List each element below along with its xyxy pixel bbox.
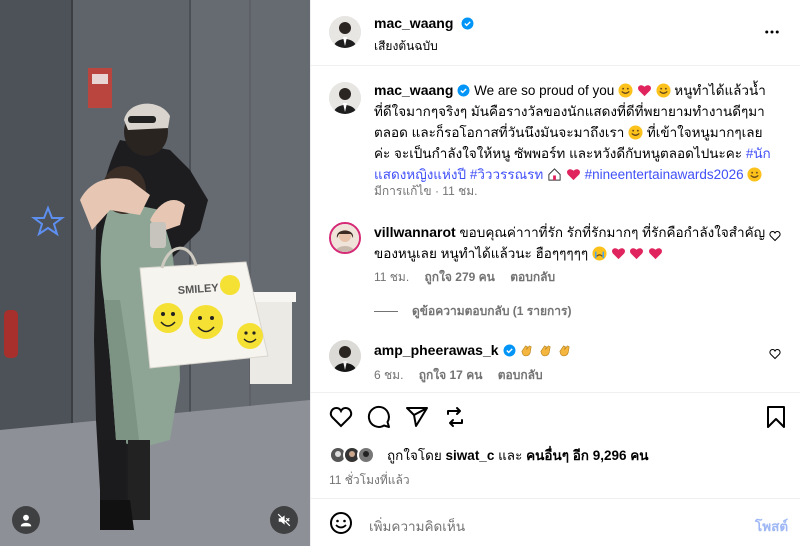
user-tag-icon (20, 514, 32, 527)
heart-icon[interactable] (329, 405, 353, 429)
more-icon[interactable] (763, 23, 781, 41)
view-replies-button[interactable]: ดูข้อความตอบกลับ (1 รายการ) (374, 302, 571, 321)
post-comment-button[interactable]: โพสต์ (755, 515, 788, 537)
emoji-icon[interactable] (329, 511, 353, 535)
caption-avatar[interactable] (329, 82, 361, 114)
liked-by-prefix: ถูกใจโดย (387, 448, 442, 463)
liked-by-others[interactable]: คนอื่นๆ อีก 9,296 คน (526, 444, 648, 466)
comment-input[interactable]: เพิ่มความคิดเห็น (369, 515, 465, 537)
caption-text-1: We are so proud of you (474, 83, 615, 98)
caption-time[interactable]: 11 ชม. (442, 184, 477, 198)
photo-hug: SMILEY (0, 0, 310, 546)
verified-icon (457, 84, 470, 97)
user-tag-button[interactable] (12, 506, 40, 534)
edited-label: มีการแก้ไข (374, 184, 432, 198)
smile-emoji-icon (618, 83, 633, 98)
author-username[interactable]: mac_waang (374, 15, 453, 31)
comment-time[interactable]: 6 ชม. (374, 368, 403, 382)
red-heart-icon (630, 248, 644, 260)
red-heart-icon (637, 85, 651, 97)
repost-icon[interactable] (443, 405, 467, 429)
liker-avatar (357, 446, 375, 464)
commenter-avatar[interactable] (329, 222, 361, 254)
add-comment-bar: เพิ่มความคิดเห็น โพสต์ (311, 498, 800, 546)
caption-username[interactable]: mac_waang (374, 82, 453, 98)
hashtag-link[interactable]: #วิววรรณรท (470, 167, 543, 182)
comment-username[interactable]: amp_pheerawas_k (374, 342, 499, 358)
post-media[interactable]: SMILEY (0, 0, 310, 546)
replies-divider (374, 311, 398, 312)
clap-emoji-icon (521, 345, 532, 357)
comment-username[interactable]: villwannarot (374, 224, 456, 240)
post-detail-pane: mac_waang เสียงต้นฉบับ mac_waang We are … (310, 0, 800, 546)
author-avatar[interactable] (329, 16, 361, 48)
reply-button[interactable]: ตอบกลับ (510, 270, 555, 284)
hashtag-link[interactable]: #nineentertainawards2026 (585, 167, 744, 182)
red-heart-icon (566, 169, 580, 181)
red-heart-icon (649, 248, 663, 260)
post-header: mac_waang เสียงต้นฉบับ (311, 0, 800, 66)
view-replies-label: ดูข้อความตอบกลับ (1 รายการ) (412, 304, 572, 318)
smile-emoji-icon (628, 125, 643, 140)
smile-emoji-icon (656, 83, 671, 98)
caption-meta: มีการแก้ไข · 11 ชม. (374, 184, 478, 198)
verified-icon (461, 17, 474, 30)
comment-likes[interactable]: ถูกใจ 279 คน (425, 270, 495, 284)
house-emoji-icon (548, 168, 561, 181)
reply-button[interactable]: ตอบกลับ (498, 368, 543, 382)
red-heart-icon (611, 248, 625, 260)
clap-emoji-icon (540, 345, 551, 357)
commenter-avatar[interactable] (329, 340, 361, 372)
liked-by-and: และ (498, 448, 523, 463)
likers-avatars[interactable] (329, 446, 381, 464)
comment-icon[interactable] (367, 405, 391, 429)
crying-emoji-icon (592, 246, 607, 261)
mute-button[interactable] (270, 506, 298, 534)
comment-time[interactable]: 11 ชม. (374, 270, 409, 284)
liker-username[interactable]: siwat_c (446, 448, 495, 463)
comment-like-heart-icon[interactable] (769, 230, 781, 242)
comment-likes[interactable]: ถูกใจ 17 คน (419, 368, 483, 382)
clap-emoji-icon (559, 345, 570, 357)
save-icon[interactable] (765, 405, 787, 429)
comment-like-heart-icon[interactable] (769, 348, 781, 360)
mute-icon (277, 513, 291, 527)
audio-label[interactable]: เสียงต้นฉบับ (374, 37, 438, 56)
verified-icon (503, 344, 515, 357)
posted-time[interactable]: 11 ชั่วโมงที่แล้ว (329, 471, 410, 490)
smile-emoji-icon (747, 167, 762, 182)
share-icon[interactable] (405, 405, 429, 429)
likes-summary: ถูกใจโดย siwat_c และ คนอื่นๆ อีก 9,296 ค… (329, 444, 649, 466)
